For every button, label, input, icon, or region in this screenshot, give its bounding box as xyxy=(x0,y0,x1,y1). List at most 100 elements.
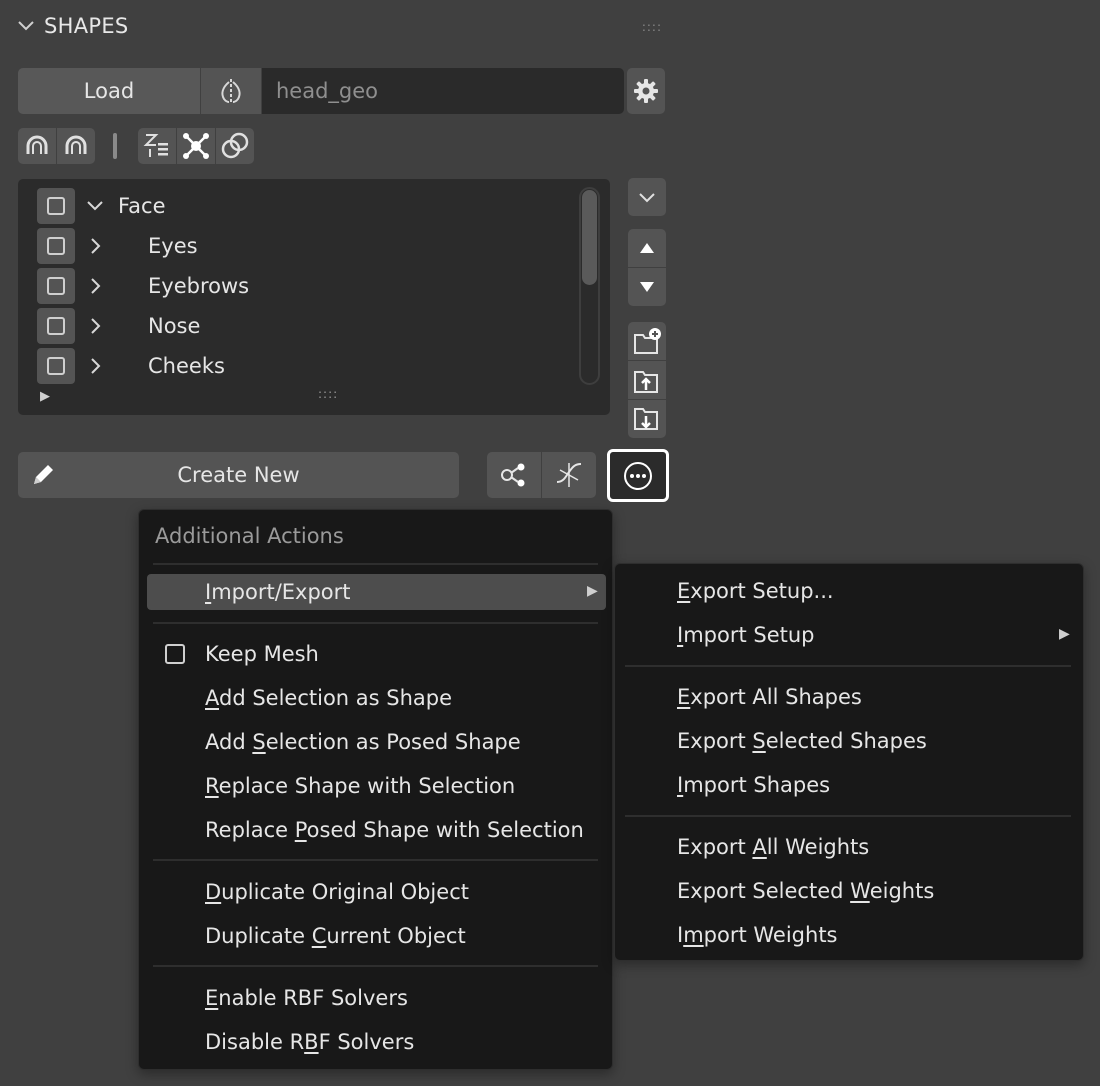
magnet-right-button[interactable] xyxy=(57,128,95,164)
menu-item-duplicate-current-object[interactable]: Duplicate Current Object xyxy=(147,918,606,954)
additional-actions-button[interactable] xyxy=(607,449,669,502)
more-options-icon xyxy=(624,461,652,490)
chevron-right-icon[interactable] xyxy=(84,275,106,297)
import-export-submenu: Export Setup... Import Setup ▶ Export Al… xyxy=(614,563,1084,961)
checkbox[interactable] xyxy=(37,228,75,264)
magnet-left-button[interactable] xyxy=(18,128,56,164)
folder-up-button[interactable] xyxy=(628,361,666,399)
menu-item-label: Duplicate Current Object xyxy=(205,924,466,948)
tree-row-nose[interactable]: Nose xyxy=(18,306,578,346)
chevron-down-icon xyxy=(18,21,34,31)
mirror-button[interactable] xyxy=(201,68,261,114)
menu-item-label: Replace Posed Shape with Selection xyxy=(205,818,584,842)
create-new-button[interactable]: Create New xyxy=(18,452,459,498)
network-button[interactable] xyxy=(177,128,215,164)
tree-label: Face xyxy=(118,194,166,218)
menu-item-label: Import Weights xyxy=(677,923,838,947)
checkbox[interactable] xyxy=(37,308,75,344)
panel-header[interactable]: SHAPES :::: xyxy=(14,10,674,42)
tree-row-eyebrows[interactable]: Eyebrows xyxy=(18,266,578,306)
expand-list-icon[interactable]: ▶ xyxy=(40,389,50,404)
menu-item-export-setup[interactable]: Export Setup... xyxy=(623,573,1077,609)
menu-separator xyxy=(625,815,1071,817)
menu-item-export-selected-shapes[interactable]: Export Selected Shapes xyxy=(623,723,1077,759)
menu-item-label: Enable RBF Solvers xyxy=(205,986,408,1010)
menu-item-enable-rbf-solvers[interactable]: Enable RBF Solvers xyxy=(147,980,606,1016)
add-folder-button[interactable] xyxy=(628,322,666,360)
panel-title: SHAPES xyxy=(44,14,129,38)
menu-item-label: Add Selection as Posed Shape xyxy=(205,730,521,754)
link-shape-button[interactable] xyxy=(487,452,541,498)
list-menu-button[interactable] xyxy=(628,178,666,216)
load-button-label: Load xyxy=(83,79,135,103)
chevron-down-icon[interactable] xyxy=(84,195,106,217)
checkbox[interactable] xyxy=(37,188,75,224)
tree-label: Eyes xyxy=(148,234,198,258)
tree-label: Cheeks xyxy=(148,354,225,378)
tree-row-face[interactable]: Face xyxy=(18,186,578,226)
menu-item-import-shapes[interactable]: Import Shapes xyxy=(623,767,1077,803)
share-nodes-icon xyxy=(501,463,525,487)
resize-handle[interactable]: :::: xyxy=(318,387,338,401)
menu-item-duplicate-original-object[interactable]: Duplicate Original Object xyxy=(147,874,606,910)
menu-item-export-all-shapes[interactable]: Export All Shapes xyxy=(623,679,1077,715)
curve-tool-button[interactable] xyxy=(542,452,596,498)
folder-down-icon xyxy=(634,408,658,430)
menu-item-keep-mesh[interactable]: Keep Mesh xyxy=(147,636,606,672)
menu-item-label: Duplicate Original Object xyxy=(205,880,469,904)
overlap-circles-icon xyxy=(221,132,249,159)
menu-item-label: Replace Shape with Selection xyxy=(205,774,516,798)
menu-item-import-setup[interactable]: Import Setup ▶ xyxy=(623,617,1077,653)
chevron-right-icon[interactable] xyxy=(84,235,106,257)
keep-mesh-checkbox[interactable] xyxy=(165,644,185,664)
additional-actions-menu: Additional Actions Import/Export ▶ Keep … xyxy=(138,509,613,1070)
toolbar-separator xyxy=(113,133,117,159)
menu-separator xyxy=(153,859,598,861)
folder-down-button[interactable] xyxy=(628,400,666,438)
tree-label: Nose xyxy=(148,314,201,338)
scrollbar-thumb[interactable] xyxy=(582,190,597,285)
menu-item-label: Import/Export xyxy=(205,580,351,604)
drag-handle[interactable]: :::: xyxy=(642,20,662,34)
overlap-button[interactable] xyxy=(216,128,254,164)
folder-add-icon xyxy=(634,328,661,354)
mirror-icon xyxy=(221,79,241,103)
load-button[interactable]: Load xyxy=(18,68,200,114)
chevron-down-icon xyxy=(639,193,655,203)
tree-label: Eyebrows xyxy=(148,274,250,298)
menu-item-export-all-weights[interactable]: Export All Weights xyxy=(623,829,1077,865)
menu-separator xyxy=(625,665,1071,667)
checkbox[interactable] xyxy=(37,348,75,384)
menu-item-export-selected-weights[interactable]: Export Selected Weights xyxy=(623,873,1077,909)
menu-item-import-export[interactable]: Import/Export ▶ xyxy=(147,574,606,610)
mesh-name-field[interactable]: head_geo xyxy=(262,68,624,114)
move-down-button[interactable] xyxy=(628,268,666,306)
menu-item-import-weights[interactable]: Import Weights xyxy=(623,917,1077,953)
menu-title: Additional Actions xyxy=(155,524,344,548)
tree-row-cheeks[interactable]: Cheeks xyxy=(18,346,578,386)
menu-item-replace-shape-with-selection[interactable]: Replace Shape with Selection xyxy=(147,768,606,804)
create-new-label: Create New xyxy=(177,463,300,487)
sort-button[interactable] xyxy=(138,128,176,164)
menu-item-replace-posed-shape-with-selection[interactable]: Replace Posed Shape with Selection xyxy=(147,812,606,848)
gear-icon xyxy=(634,79,658,103)
menu-item-label: Export Selected Weights xyxy=(677,879,935,903)
chevron-right-icon[interactable] xyxy=(84,315,106,337)
tree-row-eyes[interactable]: Eyes xyxy=(18,226,578,266)
network-icon xyxy=(183,133,209,159)
settings-button[interactable] xyxy=(627,68,665,114)
curve-icon xyxy=(556,463,582,487)
sort-list-icon xyxy=(143,134,168,157)
menu-item-label: Export Setup... xyxy=(677,579,834,603)
chevron-right-icon[interactable] xyxy=(84,355,106,377)
shape-tree[interactable]: Face Eyes Eyebrows Nose Cheeks ▶ :::: xyxy=(18,179,610,415)
menu-item-add-selection-as-posed-shape[interactable]: Add Selection as Posed Shape xyxy=(147,724,606,760)
submenu-arrow-icon: ▶ xyxy=(1059,626,1070,642)
checkbox[interactable] xyxy=(37,268,75,304)
move-up-button[interactable] xyxy=(628,229,666,267)
menu-item-label: Export All Shapes xyxy=(677,685,862,709)
menu-item-label: Keep Mesh xyxy=(205,642,319,666)
menu-item-add-selection-as-shape[interactable]: Add Selection as Shape xyxy=(147,680,606,716)
menu-item-disable-rbf-solvers[interactable]: Disable RBF Solvers xyxy=(147,1024,606,1060)
menu-item-label: Import Shapes xyxy=(677,773,831,797)
